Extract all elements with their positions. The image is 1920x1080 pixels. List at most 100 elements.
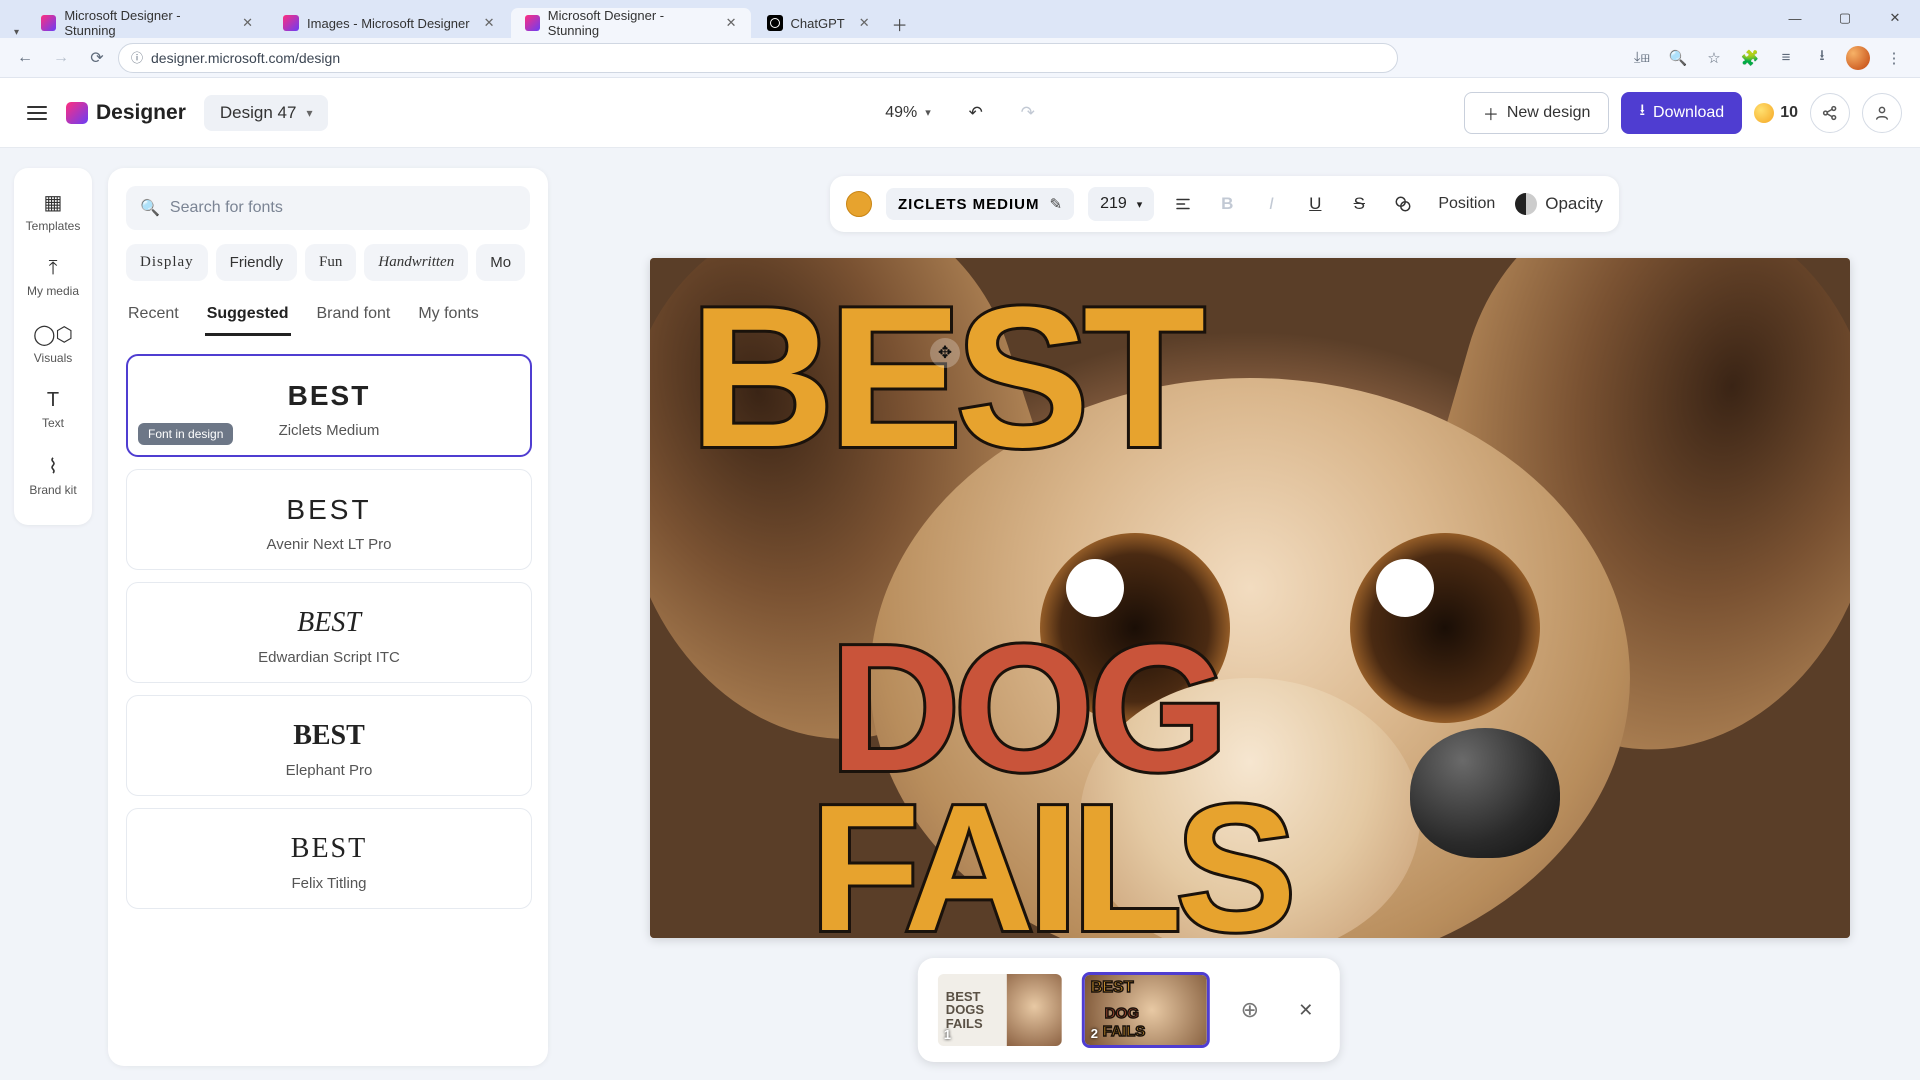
credits-value: 10: [1780, 104, 1798, 122]
font-list[interactable]: BESTZiclets MediumFont in design BESTAven…: [126, 354, 542, 1056]
font-selector[interactable]: Ziclets Medium ✎: [886, 188, 1074, 220]
font-name: Ziclets Medium: [898, 196, 1040, 213]
page-tray: BEST DOGS FAILS 1 BEST DOG FAILS 2 ⊕ ✕: [918, 958, 1340, 1062]
account-button[interactable]: [1862, 93, 1902, 133]
font-category-chip[interactable]: Mo: [476, 244, 525, 281]
visuals-icon: ◯⬡: [33, 322, 73, 347]
download-label: Download: [1653, 104, 1724, 122]
browser-tab[interactable]: ChatGPT✕: [753, 8, 884, 38]
url-input[interactable]: ⓘ designer.microsoft.com/design: [118, 43, 1398, 73]
font-tab[interactable]: Brand font: [315, 299, 393, 336]
browser-tab[interactable]: Microsoft Designer - Stunning✕: [511, 8, 751, 38]
rail-item-brand-kit[interactable]: ⌇Brand kit: [14, 442, 92, 509]
font-tab[interactable]: Suggested: [205, 299, 291, 336]
reading-list-icon[interactable]: ≡: [1770, 42, 1802, 74]
favicon-icon: [525, 15, 540, 31]
rail-item-my-media[interactable]: ⤒My media: [14, 245, 92, 310]
opacity-label: Opacity: [1545, 194, 1603, 214]
effects-button[interactable]: [1388, 189, 1418, 219]
font-card[interactable]: BESTElephant Pro: [126, 695, 532, 796]
browser-tab[interactable]: Microsoft Designer - Stunning✕: [27, 8, 267, 38]
site-info-icon[interactable]: ⓘ: [131, 49, 143, 66]
canvas-text-dog[interactable]: DOG: [830, 628, 1222, 790]
downloads-icon[interactable]: ⭳: [1806, 42, 1838, 74]
page-thumbnail-1[interactable]: BEST DOGS FAILS 1: [936, 972, 1064, 1048]
nav-reload-button[interactable]: ⟳: [82, 43, 112, 73]
italic-button[interactable]: I: [1256, 189, 1286, 219]
app-logo[interactable]: Designer: [66, 101, 186, 125]
text-color-swatch[interactable]: [846, 191, 872, 217]
close-tab-icon[interactable]: ✕: [242, 15, 253, 31]
text-icon: T: [47, 389, 59, 412]
font-card[interactable]: BESTEdwardian Script ITC: [126, 582, 532, 683]
opacity-button[interactable]: Opacity: [1515, 189, 1603, 219]
font-card[interactable]: BESTZiclets MediumFont in design: [126, 354, 532, 457]
font-category-chip[interactable]: Display: [126, 244, 208, 281]
font-category-chip[interactable]: Friendly: [216, 244, 297, 281]
strikethrough-button[interactable]: S: [1344, 189, 1374, 219]
rail-item-templates[interactable]: ▦Templates: [14, 178, 92, 245]
font-search-input[interactable]: 🔍 Search for fonts: [126, 186, 530, 230]
download-icon: ⭳: [1639, 99, 1645, 126]
install-app-icon[interactable]: ⤓⊞: [1626, 42, 1658, 74]
window-close-button[interactable]: ✕: [1876, 4, 1914, 32]
profile-avatar[interactable]: [1842, 42, 1874, 74]
canvas-viewport[interactable]: BEST ✥ DOG FAILS: [650, 258, 1850, 938]
edit-font-icon: ✎: [1050, 195, 1063, 213]
menu-button[interactable]: [18, 94, 56, 132]
browser-tab[interactable]: Images - Microsoft Designer✕: [269, 8, 508, 38]
font-category-chip[interactable]: Fun: [305, 244, 356, 281]
underline-button[interactable]: U: [1300, 189, 1330, 219]
templates-icon: ▦: [44, 190, 63, 215]
text-toolbar: Ziclets Medium ✎ 219 ▾ B I U S Position …: [830, 176, 1619, 232]
app-name: Designer: [96, 101, 186, 125]
position-button[interactable]: Position: [1432, 195, 1501, 213]
left-rail: ▦Templates⤒My media◯⬡VisualsTText⌇Brand …: [14, 168, 92, 525]
canvas-text-best[interactable]: BEST: [690, 288, 1199, 468]
effects-icon: [1394, 195, 1412, 213]
search-icon: 🔍: [140, 198, 160, 218]
close-tab-icon[interactable]: ✕: [726, 15, 737, 31]
window-maximize-button[interactable]: ▢: [1826, 4, 1864, 32]
browser-tab-strip: ▾ Microsoft Designer - Stunning✕Images -…: [0, 0, 1920, 38]
font-category-chip[interactable]: Handwritten: [364, 244, 468, 281]
nav-forward-button[interactable]: →: [46, 43, 76, 73]
favicon-icon: [767, 15, 783, 31]
font-search-placeholder: Search for fonts: [170, 199, 283, 217]
rail-item-visuals[interactable]: ◯⬡Visuals: [14, 310, 92, 377]
rail-item-text[interactable]: TText: [14, 377, 92, 442]
close-tab-icon[interactable]: ✕: [484, 15, 495, 31]
canvas-text-fails[interactable]: FAILS: [810, 788, 1290, 938]
window-minimize-button[interactable]: ―: [1776, 4, 1814, 32]
font-card[interactable]: BESTAvenir Next LT Pro: [126, 469, 532, 570]
font-tab[interactable]: My fonts: [416, 299, 480, 336]
share-button[interactable]: [1810, 93, 1850, 133]
zoom-dropdown[interactable]: 49% ▾: [875, 98, 941, 128]
bookmark-icon[interactable]: ☆: [1698, 42, 1730, 74]
new-tab-button[interactable]: ＋: [886, 10, 914, 38]
download-button[interactable]: ⭳ Download: [1621, 92, 1742, 134]
design-canvas[interactable]: BEST ✥ DOG FAILS: [650, 258, 1850, 938]
text-align-button[interactable]: [1168, 189, 1198, 219]
font-tab[interactable]: Recent: [126, 299, 181, 336]
add-page-button[interactable]: ⊕: [1228, 988, 1272, 1032]
zoom-page-icon[interactable]: 🔍: [1662, 42, 1694, 74]
browser-menu-icon[interactable]: ⋮: [1878, 42, 1910, 74]
browser-address-bar: ← → ⟳ ⓘ designer.microsoft.com/design ⤓⊞…: [0, 38, 1920, 78]
font-size-input[interactable]: 219 ▾: [1088, 187, 1154, 221]
bold-button[interactable]: B: [1212, 189, 1242, 219]
user-icon: [1873, 104, 1891, 122]
close-tab-icon[interactable]: ✕: [859, 15, 870, 31]
tab-scroll-icon[interactable]: ▾: [14, 27, 19, 38]
redo-button[interactable]: ↷: [1011, 96, 1045, 130]
close-tray-button[interactable]: ✕: [1290, 994, 1322, 1026]
logo-mark-icon: [66, 102, 88, 124]
font-card[interactable]: BESTFelix Titling: [126, 808, 532, 909]
new-design-button[interactable]: ＋ New design: [1464, 92, 1610, 134]
extensions-icon[interactable]: 🧩: [1734, 42, 1766, 74]
page-thumbnail-2[interactable]: BEST DOG FAILS 2: [1082, 972, 1210, 1048]
credits-counter[interactable]: 10: [1754, 103, 1798, 123]
undo-button[interactable]: ↶: [959, 96, 993, 130]
design-name-dropdown[interactable]: Design 47 ▾: [204, 95, 329, 131]
nav-back-button[interactable]: ←: [10, 43, 40, 73]
